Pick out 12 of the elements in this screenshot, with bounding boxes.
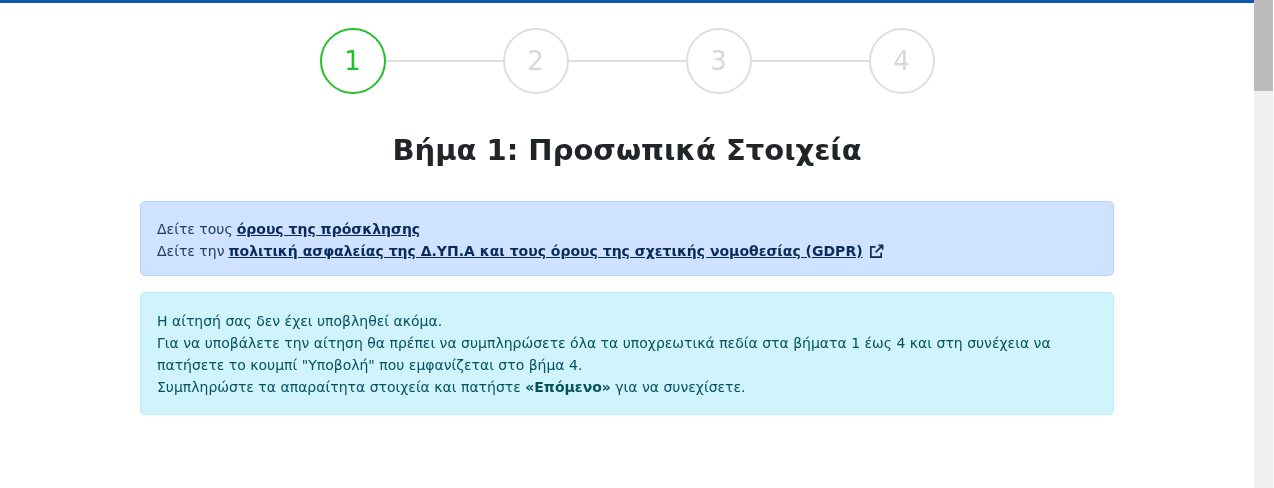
info-line: Δείτε την πολιτική ασφαλείας της Δ.ΥΠ.Α και τους όρους της σχετικής νομοθεσίας (GDPR) (157, 240, 1097, 262)
notice-text: Η αίτησή σας δεν έχει υποβληθεί ακόμα. (157, 312, 444, 331)
notice-text: Συμπληρώστε τα απαραίτητα στοιχεία και πατήστε «Επόμενο» για να συνεχίσετε. (157, 378, 747, 397)
external-link-icon (868, 243, 884, 259)
page-heading: Βήμα 1: Προσωπικά Στοιχεία (392, 133, 862, 167)
terms-link[interactable]: όρους της πρόσκλησης (236, 218, 421, 240)
terms-link[interactable]: πολιτική ασφαλείας της Δ.ΥΠ.Α και τους όρους της σχετικής νομοθεσίας (GDPR) (228, 240, 863, 262)
info-line: Δείτε τους όρους της πρόσκλησης (157, 218, 1097, 240)
scrollbar-thumb[interactable] (1254, 0, 1273, 91)
notice-text: Για να υποβάλετε την αίτηση θα πρέπει να συμπληρώσετε όλα τα υποχρεωτικά πεδία στα βήματα 1 έως 4 και στη συνέχεια να πατήσετε το κουμπί "Υποβολή" που εμφανίζεται στο βήμα 4. (157, 334, 1052, 375)
scrollbar[interactable] (1254, 0, 1273, 488)
step-circle[interactable]: 1 (319, 28, 386, 94)
